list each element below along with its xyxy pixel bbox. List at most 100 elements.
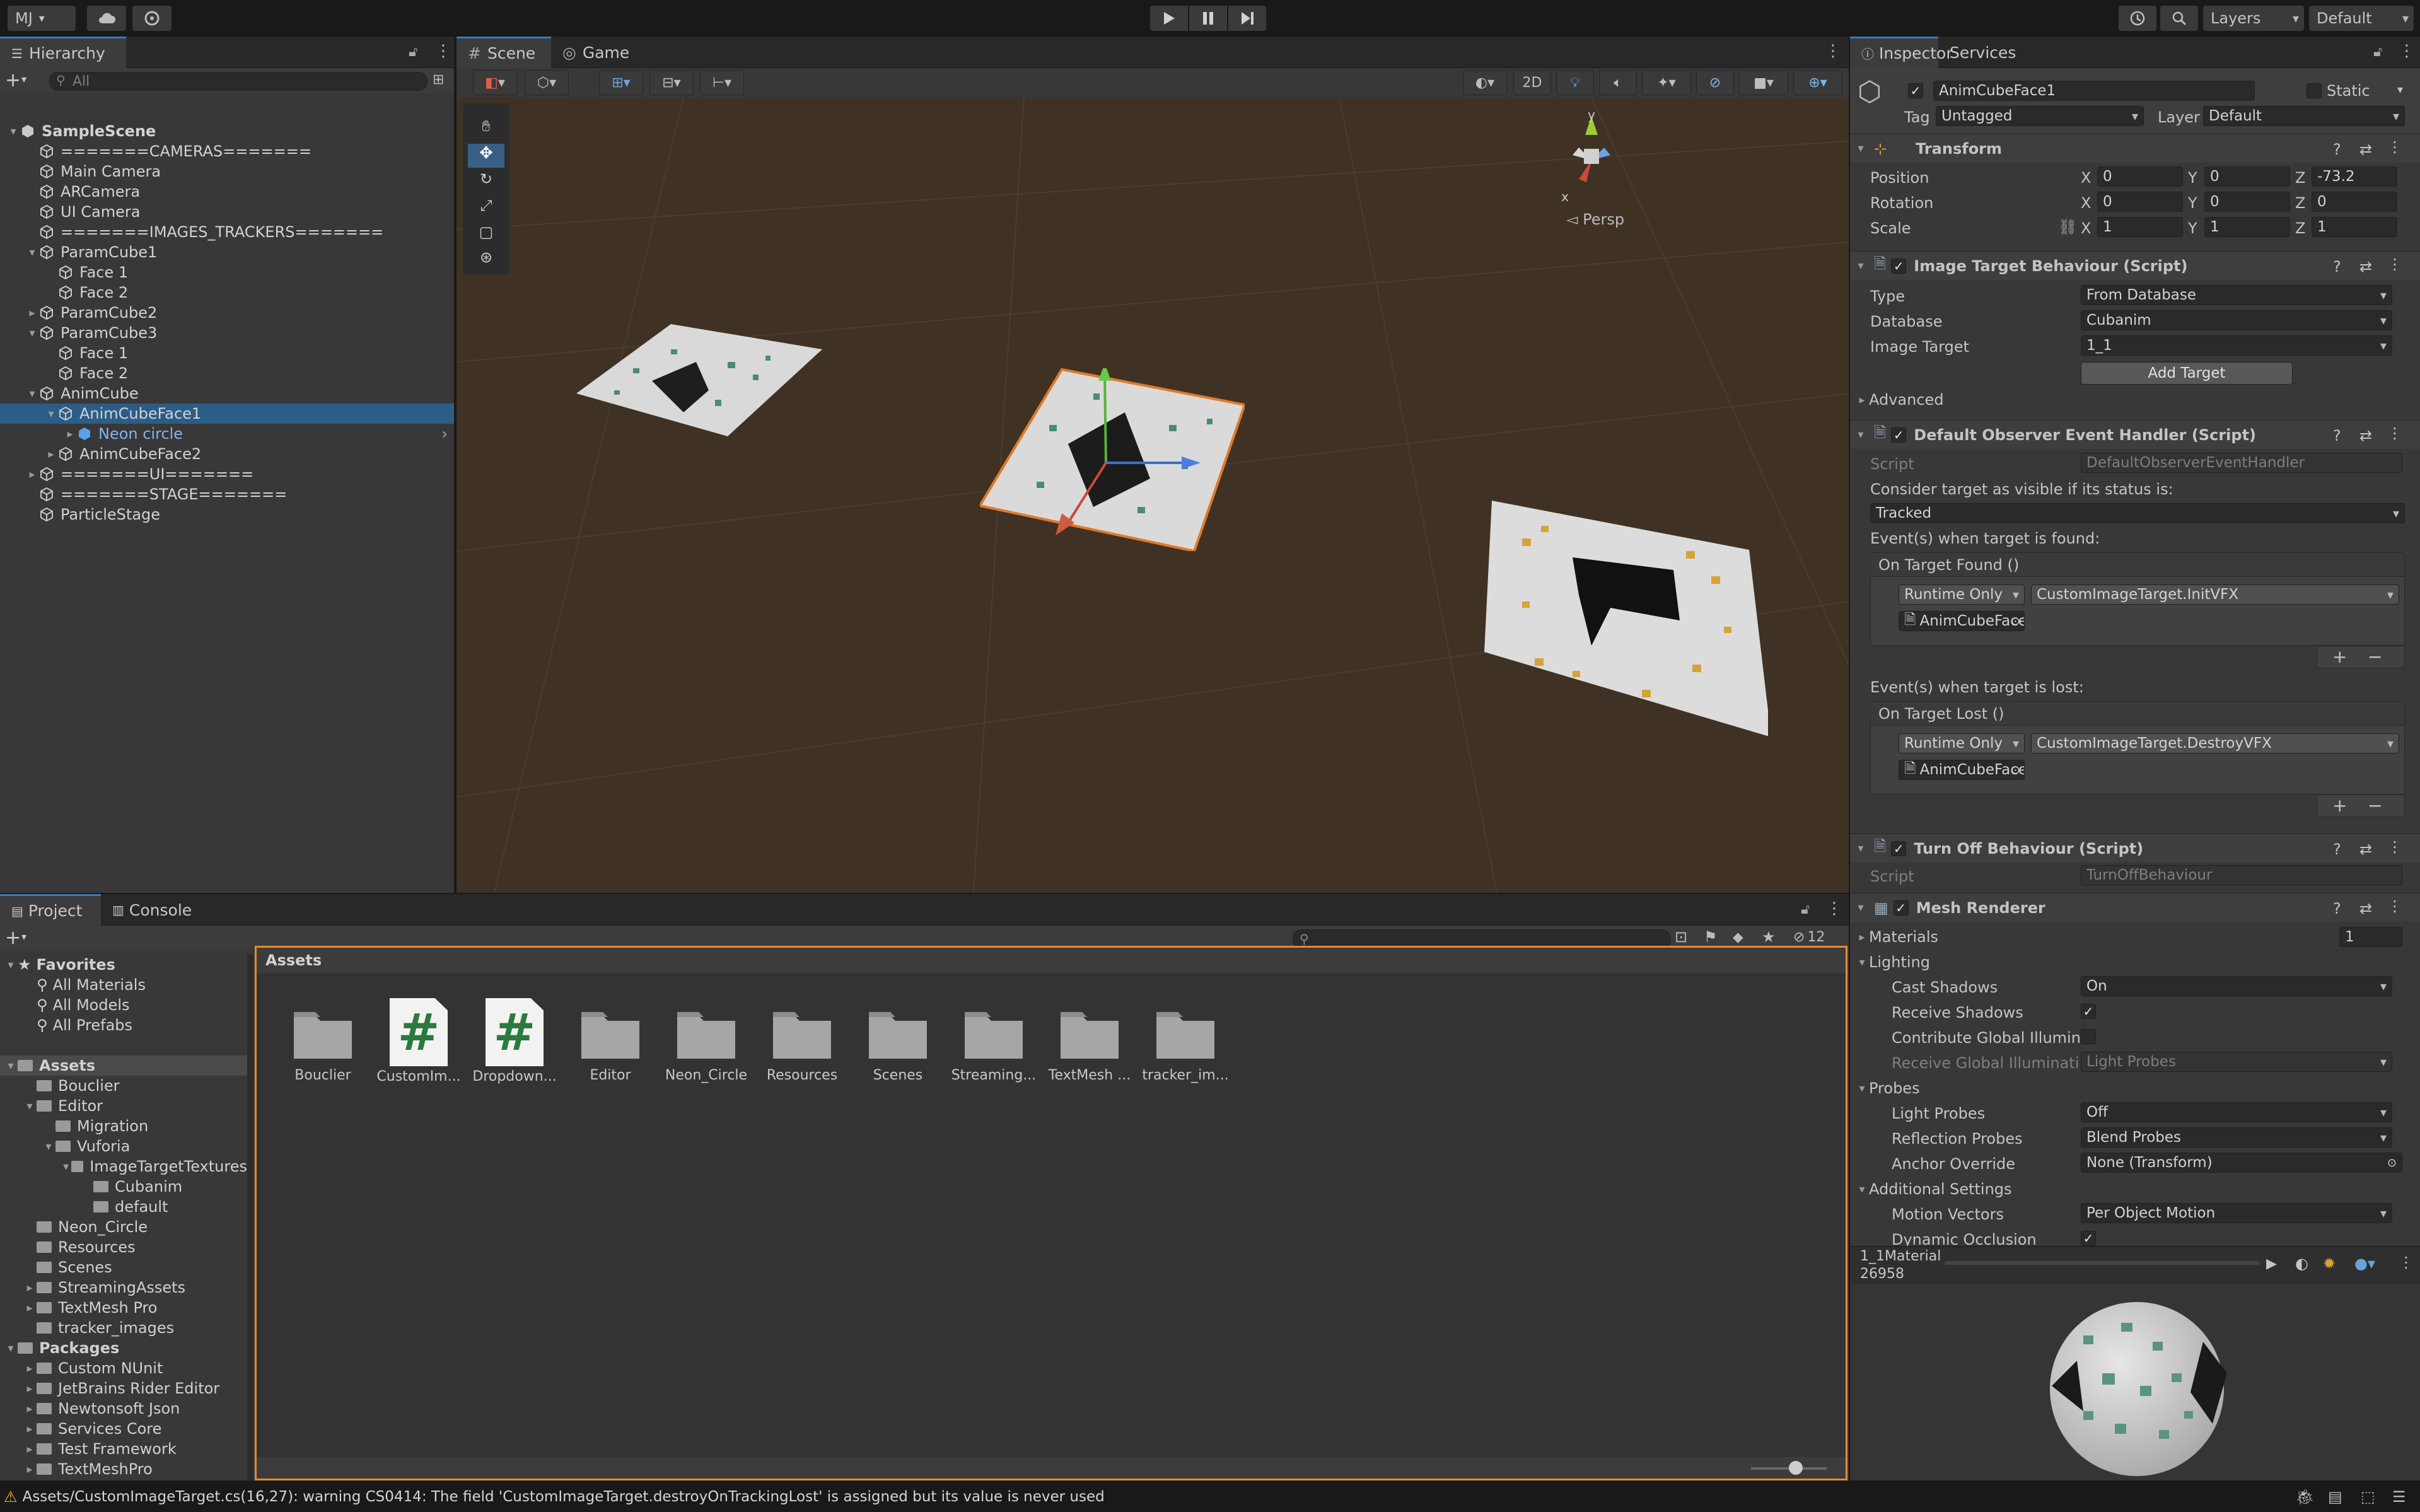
hierarchy-item[interactable]: ▸ =======UI======= bbox=[0, 464, 454, 484]
expand-arrow-icon[interactable]: ▾ bbox=[4, 1342, 18, 1355]
star-icon[interactable]: ★ bbox=[1762, 928, 1776, 946]
hierarchy-item[interactable]: ▾ ParamCube1 bbox=[0, 242, 454, 262]
add-icon[interactable]: + bbox=[5, 69, 21, 91]
asset-item[interactable]: # CustomIm... bbox=[371, 998, 466, 1085]
expand-arrow-icon[interactable]: ▸ bbox=[23, 1362, 37, 1375]
active-checkbox[interactable]: ✓ bbox=[1908, 83, 1923, 98]
chevron-down-icon[interactable]: ▾ bbox=[2397, 83, 2403, 96]
project-tree-item[interactable]: default bbox=[0, 1197, 247, 1217]
expand-arrow-icon[interactable]: ▾ bbox=[4, 1059, 18, 1073]
image-target-dropdown[interactable]: 1_1 bbox=[2081, 335, 2392, 356]
expand-arrow-icon[interactable]: ▸ bbox=[23, 1382, 37, 1395]
expand-arrow-icon[interactable]: ▸ bbox=[44, 448, 58, 461]
cast-shadows-dropdown[interactable]: On bbox=[2081, 976, 2392, 996]
expand-arrow-icon[interactable]: ▾ bbox=[4, 958, 18, 972]
component-enabled-checkbox[interactable]: ✓ bbox=[1891, 258, 1907, 274]
rect-tool-icon[interactable]: ▢ bbox=[468, 223, 504, 247]
asset-item[interactable]: Bouclier bbox=[276, 1004, 370, 1083]
asset-item[interactable]: TextMesh ... bbox=[1042, 1004, 1137, 1083]
method-dropdown[interactable]: CustomImageTarget.DestroyVFX bbox=[2031, 733, 2399, 753]
hierarchy-item[interactable]: Face 1 bbox=[0, 343, 454, 363]
step-button[interactable] bbox=[1228, 6, 1266, 31]
tree-scrollbar[interactable] bbox=[247, 955, 253, 1480]
receive-shadows-checkbox[interactable]: ✓ bbox=[2081, 1004, 2096, 1019]
transform-rot-y-field[interactable]: 0 bbox=[2204, 192, 2290, 212]
account-dropdown[interactable]: MJ ▾ bbox=[8, 6, 76, 31]
method-dropdown[interactable]: CustomImageTarget.InitVFX bbox=[2031, 584, 2399, 605]
transform-pos-x-field[interactable]: 0 bbox=[2097, 166, 2183, 187]
expand-arrow-icon[interactable]: ▾ bbox=[6, 125, 20, 138]
kebab-menu-icon[interactable]: ⋮ bbox=[2387, 897, 2402, 915]
add-icon[interactable]: + bbox=[5, 927, 21, 949]
chevron-right-icon[interactable]: › bbox=[441, 425, 448, 443]
expand-arrow-icon[interactable]: ▸ bbox=[23, 1301, 37, 1315]
runtime-dropdown[interactable]: Runtime Only bbox=[1899, 584, 2025, 605]
kebab-menu-icon[interactable]: ⋮ bbox=[2399, 42, 2415, 61]
asset-item[interactable]: Scenes bbox=[851, 1004, 945, 1083]
shading-dropdown[interactable]: ⬡▾ bbox=[525, 70, 569, 95]
hierarchy-item[interactable]: Face 2 bbox=[0, 282, 454, 303]
project-tree-item[interactable]: ▸ Custom NUnit bbox=[0, 1358, 247, 1378]
gizmos-dropdown[interactable]: ⊕▾ bbox=[1793, 70, 1842, 95]
assets-title[interactable]: Assets bbox=[265, 951, 322, 969]
layer-dropdown[interactable]: Default bbox=[2203, 106, 2405, 126]
lock-icon[interactable]: 🔓︎ bbox=[1801, 902, 1810, 917]
help-icon[interactable]: ? bbox=[2333, 141, 2341, 158]
project-tree-item[interactable]: Cubanim bbox=[0, 1177, 247, 1197]
object-field[interactable]: 🗎︎ AnimCubeFace ⊙ bbox=[1899, 760, 2025, 780]
expand-arrow-icon[interactable]: ▾ bbox=[61, 1160, 71, 1173]
debug-icon[interactable]: 🐞︎ bbox=[2295, 1488, 2314, 1506]
chevron-down-icon[interactable]: ▾ bbox=[21, 931, 26, 943]
observer-header[interactable]: ▾ 🗎︎ ✓ Default Observer Event Handler (S… bbox=[1850, 420, 2420, 449]
shading-mode-dropdown[interactable]: ◐▾ bbox=[1463, 70, 1507, 95]
project-tree-item[interactable]: ▸ StreamingAssets bbox=[0, 1277, 247, 1298]
help-icon[interactable]: ? bbox=[2333, 900, 2341, 917]
expand-arrow-icon[interactable]: ▸ bbox=[25, 306, 39, 320]
preset-icon[interactable]: ⇄ bbox=[2359, 840, 2372, 858]
materials-foldout[interactable]: ▸ Materials bbox=[1855, 927, 1938, 947]
tab-project[interactable]: ▤ Project bbox=[0, 894, 101, 926]
rotate-tool-icon[interactable]: ↻ bbox=[468, 170, 504, 194]
asset-item[interactable]: Editor bbox=[563, 1004, 658, 1083]
light-preview-icon[interactable]: ✹ bbox=[2323, 1255, 2336, 1272]
hierarchy-item[interactable]: ▸ AnimCubeFace2 bbox=[0, 444, 454, 464]
light-probes-dropdown[interactable]: Off bbox=[2081, 1102, 2392, 1122]
asset-item[interactable]: # Dropdown... bbox=[467, 998, 562, 1085]
kebab-menu-icon[interactable]: ⋮ bbox=[2387, 838, 2402, 856]
expand-arrow-icon[interactable]: ▾ bbox=[25, 387, 39, 400]
tag-dropdown[interactable]: Untagged bbox=[1936, 106, 2144, 126]
project-tree-item[interactable]: ▸ TextMeshPro bbox=[0, 1459, 247, 1479]
transform-tool-icon[interactable]: ⊛ bbox=[468, 248, 504, 272]
expand-arrow-icon[interactable]: ▸ bbox=[23, 1281, 37, 1294]
play-preview-icon[interactable]: ▶ bbox=[2266, 1256, 2277, 1272]
project-tree-item[interactable]: ▾ ImageTargetTextures bbox=[0, 1156, 247, 1177]
tab-scene[interactable]: # Scene bbox=[457, 37, 551, 68]
project-tree-item[interactable]: tracker_images bbox=[0, 1318, 247, 1338]
project-tree-item[interactable]: ▸ Timeline bbox=[0, 1479, 247, 1480]
search-icon[interactable] bbox=[2160, 6, 2198, 31]
grid-snap-button[interactable]: ⊞▾ bbox=[599, 70, 643, 95]
project-tree-item[interactable]: ▾ ★ Favorites bbox=[0, 955, 247, 975]
hierarchy-item[interactable]: =======STAGE======= bbox=[0, 484, 454, 504]
expand-arrow-icon[interactable]: ▸ bbox=[23, 1463, 37, 1476]
tab-console[interactable]: ▥ Console bbox=[101, 894, 208, 926]
component-enabled-checkbox[interactable]: ✓ bbox=[1891, 427, 1907, 443]
dynamic-occlusion-checkbox[interactable]: ✓ bbox=[2081, 1231, 2096, 1246]
static-checkbox[interactable] bbox=[2307, 83, 2322, 98]
help-icon[interactable]: ? bbox=[2333, 427, 2341, 445]
lighting-toggle-icon[interactable]: 💡︎ bbox=[1556, 70, 1594, 95]
expand-arrow-icon[interactable]: ▾ bbox=[44, 407, 58, 421]
project-tree-item[interactable]: ▾ Assets bbox=[0, 1055, 247, 1076]
hierarchy-item[interactable]: Face 1 bbox=[0, 262, 454, 282]
project-tree-item[interactable]: ⚲ All Materials bbox=[0, 975, 247, 995]
expand-arrow-icon[interactable]: ▸ bbox=[23, 1443, 37, 1456]
increment-snap-button[interactable]: ⊟▾ bbox=[649, 70, 694, 95]
history-icon[interactable] bbox=[2119, 6, 2156, 31]
hierarchy-item[interactable]: ARCamera bbox=[0, 182, 454, 202]
project-tree-item[interactable]: ▾ Packages bbox=[0, 1338, 247, 1358]
tab-game[interactable]: ◎ Game bbox=[551, 37, 646, 68]
project-tree-item[interactable]: Scenes bbox=[0, 1257, 247, 1277]
draw-mode-dropdown[interactable]: ◧ ▾ bbox=[473, 70, 517, 95]
probes-foldout[interactable]: ▾ Probes bbox=[1855, 1078, 1919, 1098]
project-tree-item[interactable]: ▾ Vuforia bbox=[0, 1136, 247, 1156]
